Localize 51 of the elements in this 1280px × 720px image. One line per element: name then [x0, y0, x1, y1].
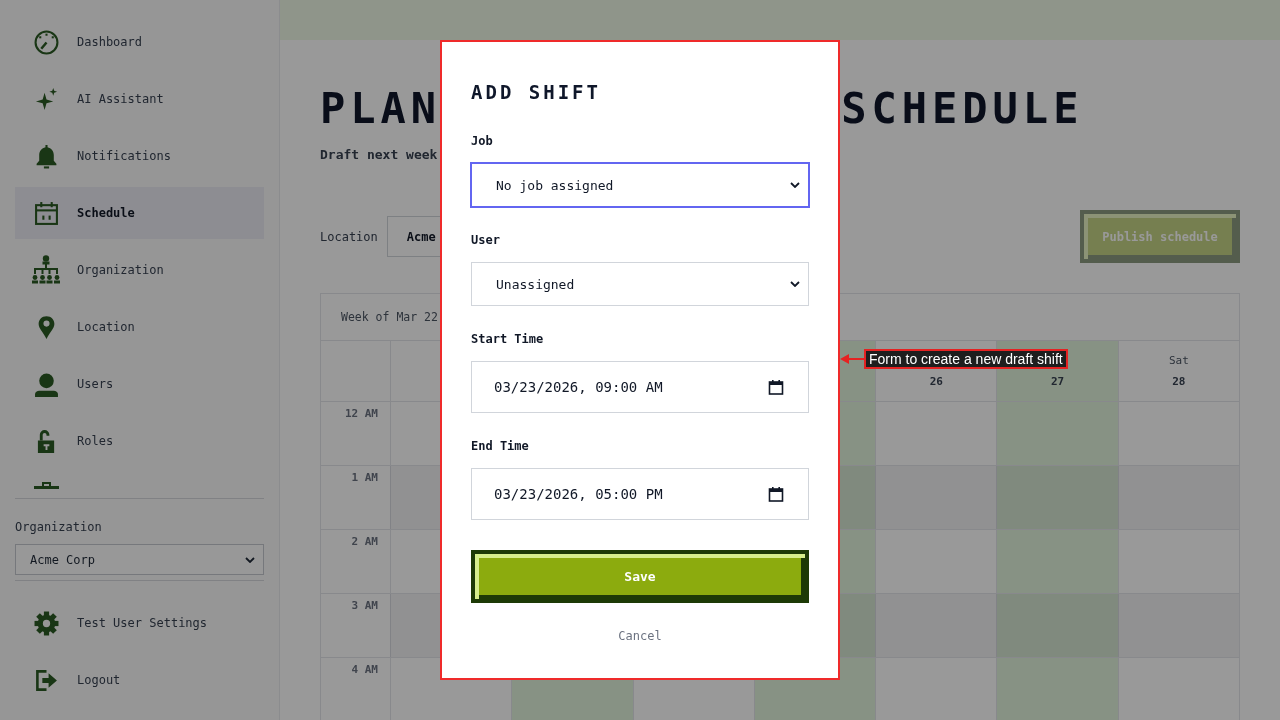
dropdown-select[interactable]: Unassigned: [471, 262, 809, 306]
page-subtitle: Draft next week: [320, 146, 438, 164]
nav-item[interactable]: Test User Settings: [15, 597, 264, 649]
user-icon: [33, 371, 59, 397]
nav-item[interactable]: Users: [15, 358, 264, 410]
calendar-icon: [33, 200, 59, 226]
location-select[interactable]: Acme: [386, 216, 442, 257]
calendar-icon: [768, 486, 784, 502]
hour-label: 1 AM: [351, 471, 378, 485]
page-title: SCHEDULE: [841, 88, 1084, 130]
hour-label: 2 AM: [351, 535, 378, 549]
organization-label: Organization: [15, 519, 102, 535]
gauge-icon: [33, 29, 59, 55]
chevron-down-icon: [245, 556, 255, 563]
datetime-field[interactable]: 03/23/2026, 09:00 AM: [471, 361, 809, 413]
datetime-field[interactable]: 03/23/2026, 05:00 PM: [471, 468, 809, 520]
day-name: Sat: [1168, 353, 1189, 369]
settings-icon: [33, 610, 59, 636]
logout-icon: [33, 667, 59, 693]
page-title: PLAN: [320, 88, 442, 130]
sparkle-icon: [33, 86, 59, 112]
hour-label: 3 AM: [351, 599, 378, 613]
calendar-icon: [768, 379, 784, 395]
nav-item[interactable]: AI Assistant: [15, 73, 264, 125]
org-chart-icon: [30, 255, 62, 285]
day-date: 26: [929, 374, 943, 390]
nav-item[interactable]: Schedule: [15, 187, 264, 239]
location-label: Location: [320, 229, 378, 244]
padlock-icon: [35, 428, 57, 454]
day-date: 27: [1050, 374, 1065, 390]
nav-item[interactable]: Logout: [15, 654, 264, 706]
nav-item[interactable]: Dashboard: [15, 16, 264, 68]
cancel-button[interactable]: Cancel: [618, 627, 662, 645]
week-label: Week of Mar 22: [341, 310, 438, 324]
nav-item[interactable]: Notifications: [15, 130, 264, 182]
day-date: 28: [1172, 374, 1186, 390]
field-label: Start Time: [471, 331, 544, 348]
callout-label: Form to create a new draft shift: [864, 349, 1068, 369]
field-label: End Time: [471, 438, 529, 455]
field-label: Job: [471, 133, 493, 150]
dropdown-select[interactable]: No job assigned: [471, 163, 809, 207]
hour-label: 12 AM: [344, 407, 378, 421]
field-label: User: [471, 232, 500, 249]
nav-item[interactable]: Roles: [15, 415, 264, 467]
nav-item[interactable]: Location: [15, 301, 264, 353]
chevron-down-icon: [790, 182, 800, 188]
nav-item[interactable]: Organization: [15, 244, 264, 296]
dialog-title: ADD SHIFT: [471, 80, 601, 104]
organization-select[interactable]: Acme Corp: [15, 544, 264, 575]
hour-label: 4 AM: [351, 663, 378, 677]
chevron-down-icon: [790, 281, 800, 287]
